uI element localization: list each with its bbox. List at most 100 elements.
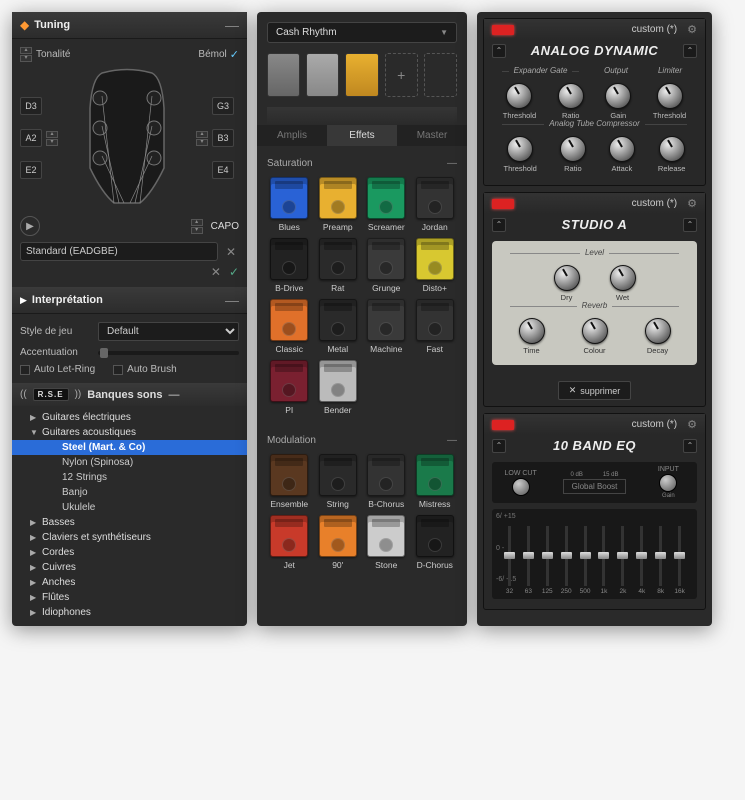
power-led[interactable] (492, 420, 514, 430)
fx-pedal-mistress[interactable]: Mistress (413, 454, 458, 509)
gear-icon[interactable]: ⚙ (687, 418, 697, 431)
tonalite-down[interactable]: ▾ (20, 55, 32, 62)
fx-pedal-blues[interactable]: Blues (267, 177, 312, 232)
knob-decay[interactable] (645, 318, 671, 344)
fx-pedal-grunge[interactable]: Grunge (364, 238, 409, 293)
fx-pedal-pi[interactable]: PI (267, 360, 312, 415)
chevron-up-icon[interactable]: ⌃ (492, 439, 506, 453)
eq-band-slider[interactable] (602, 526, 605, 586)
tuning-section-header[interactable]: ◆ Tuning — (12, 12, 247, 39)
fx-pedal-d-chorus[interactable]: D-Chorus (413, 515, 458, 570)
chevron-up-icon[interactable]: ⌃ (492, 218, 506, 232)
eq-band-slider[interactable] (565, 526, 568, 586)
fx-pedal-bender[interactable]: Bender (316, 360, 361, 415)
clear-preset[interactable]: ✕ (223, 245, 239, 259)
tree-item[interactable]: ▼Guitares acoustiques (12, 425, 247, 440)
fx-pedal-string[interactable]: String (316, 454, 361, 509)
fx-pedal-jet[interactable]: Jet (267, 515, 312, 570)
chevron-up-icon[interactable]: ⌃ (492, 44, 506, 58)
fx-pedal-classic[interactable]: Classic (267, 299, 312, 354)
capo-down[interactable]: ▾ (191, 227, 203, 234)
tab-amplis[interactable]: Amplis (257, 125, 327, 146)
peg-e4[interactable]: E4 (212, 161, 234, 179)
eq-band-slider[interactable] (546, 526, 549, 586)
fx-pedal-b-drive[interactable]: B-Drive (267, 238, 312, 293)
stepper-down[interactable]: ▾ (196, 139, 208, 146)
chevron-up-icon[interactable]: ⌃ (683, 44, 697, 58)
tree-item[interactable]: ▶Anches (12, 575, 247, 590)
tree-item[interactable]: ▶Claviers et synthétiseurs (12, 530, 247, 545)
chevron-up-icon[interactable]: ⌃ (683, 218, 697, 232)
knob-ratio[interactable] (558, 83, 584, 109)
knob-dry[interactable] (554, 265, 580, 291)
preset-confirm[interactable]: ✓ (229, 265, 239, 279)
capo-up[interactable]: ▴ (191, 219, 203, 226)
fx-pedal-jordan[interactable]: Jordan (413, 177, 458, 232)
tuning-preset-select[interactable]: Standard (EADGBE) (20, 242, 218, 261)
stepper-down[interactable]: ▾ (46, 139, 58, 146)
knob-threshold[interactable] (657, 83, 683, 109)
stepper-up[interactable]: ▴ (196, 131, 208, 138)
peg-a2[interactable]: A2 (20, 129, 42, 147)
tree-item[interactable]: ▶Flûtes (12, 590, 247, 605)
tree-item[interactable]: ▶Cuivres (12, 560, 247, 575)
auto-brush-checkbox[interactable]: Auto Brush (113, 364, 176, 375)
style-select[interactable]: Default (98, 322, 239, 341)
gear-icon[interactable]: ⚙ (687, 23, 697, 36)
fx-pedal-fast[interactable]: Fast (413, 299, 458, 354)
knob-colour[interactable] (582, 318, 608, 344)
fx-chain-slot-2[interactable] (306, 53, 339, 97)
auto-letring-checkbox[interactable]: Auto Let-Ring (20, 364, 95, 375)
play-button[interactable]: ▶ (20, 216, 40, 236)
fx-pedal-machine[interactable]: Machine (364, 299, 409, 354)
peg-g3[interactable]: G3 (212, 97, 234, 115)
collapse-icon[interactable]: — (447, 435, 457, 446)
knob-threshold[interactable] (506, 83, 532, 109)
peg-b3[interactable]: B3 (212, 129, 234, 147)
fx-pedal-disto+[interactable]: Disto+ (413, 238, 458, 293)
fx-pedal-metal[interactable]: Metal (316, 299, 361, 354)
tree-item[interactable]: Banjo (12, 485, 247, 500)
knob-release[interactable] (659, 136, 685, 162)
tree-item[interactable]: 12 Strings (12, 470, 247, 485)
peg-e2[interactable]: E2 (20, 161, 42, 179)
tonalite-up[interactable]: ▴ (20, 47, 32, 54)
chevron-up-icon[interactable]: ⌃ (683, 439, 697, 453)
power-led[interactable] (492, 199, 514, 209)
tab-effets[interactable]: Effets (327, 125, 397, 146)
eq-band-slider[interactable] (640, 526, 643, 586)
fx-pedal-90'[interactable]: 90' (316, 515, 361, 570)
collapse-icon[interactable]: — (225, 292, 239, 308)
fx-pedal-rat[interactable]: Rat (316, 238, 361, 293)
tree-item[interactable]: ▶Basses (12, 515, 247, 530)
fx-pedal-ensemble[interactable]: Ensemble (267, 454, 312, 509)
eq-band-slider[interactable] (659, 526, 662, 586)
fx-pedal-screamer[interactable]: Screamer (364, 177, 409, 232)
power-led[interactable] (492, 25, 514, 35)
knob-wet[interactable] (610, 265, 636, 291)
fx-chain-slot-3[interactable] (345, 53, 378, 97)
peg-d3[interactable]: D3 (20, 97, 42, 115)
collapse-icon[interactable]: — (225, 17, 239, 33)
fx-pedal-stone[interactable]: Stone (364, 515, 409, 570)
collapse-icon[interactable]: — (168, 389, 179, 401)
fx-pedal-preamp[interactable]: Preamp (316, 177, 361, 232)
fx-pedal-b-chorus[interactable]: B-Chorus (364, 454, 409, 509)
tab-master[interactable]: Master (397, 125, 467, 146)
knob-gain[interactable] (605, 83, 631, 109)
knob-input-gain[interactable] (659, 474, 677, 492)
tree-item[interactable]: ▶Cordes (12, 545, 247, 560)
interpretation-header[interactable]: ▶ Interprétation — (12, 287, 247, 314)
tree-item[interactable]: ▶Guitares électriques (12, 410, 247, 425)
fx-chain-slot-1[interactable] (267, 53, 300, 97)
knob-time[interactable] (519, 318, 545, 344)
fx-chain-empty[interactable] (424, 53, 457, 97)
tree-item[interactable]: Steel (Mart. & Co) (12, 440, 247, 455)
knob-lowcut[interactable] (512, 478, 530, 496)
eq-band-slider[interactable] (527, 526, 530, 586)
accent-slider[interactable] (98, 351, 239, 355)
knob-threshold[interactable] (507, 136, 533, 162)
eq-band-slider[interactable] (621, 526, 624, 586)
eq-band-slider[interactable] (584, 526, 587, 586)
soundbanks-header[interactable]: (( R.S.E )) Banques sons — (12, 383, 247, 406)
